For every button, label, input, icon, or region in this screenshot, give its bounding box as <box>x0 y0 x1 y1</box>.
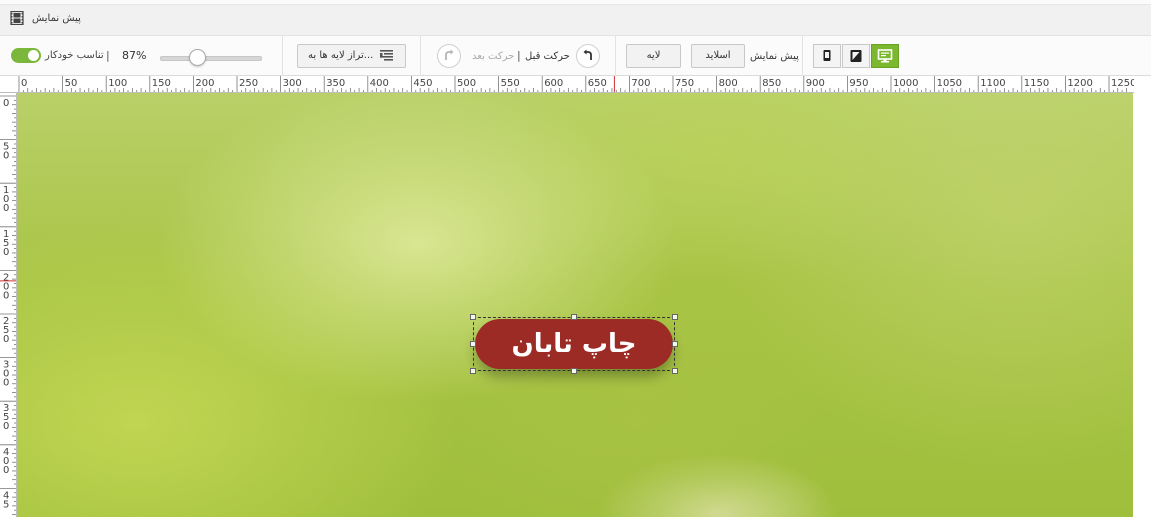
ruler-label: 500 <box>457 78 476 89</box>
ruler-label: 0 <box>3 247 9 258</box>
zoom-value: 87% <box>122 49 147 62</box>
ruler-label: 550 <box>501 78 520 89</box>
ruler-label: 150 <box>152 78 171 89</box>
toolbar-divider <box>420 36 421 76</box>
slide-button[interactable]: اسلاید <box>691 44 745 68</box>
ruler-label: 1250 <box>1111 78 1134 89</box>
align-layers-button[interactable]: تراز لایه ها به... <box>297 44 406 68</box>
layer-button[interactable]: لایه <box>626 44 681 68</box>
ruler-label: 800 <box>719 78 738 89</box>
ruler-label: 0 <box>3 465 9 476</box>
autofit-label: تناسب خودکار <box>45 50 104 61</box>
mobile-icon <box>823 50 831 61</box>
ruler-label: 1000 <box>893 78 918 89</box>
resize-handle-bottom-right[interactable] <box>672 368 678 374</box>
window-title-bar: پیش نمایش <box>0 0 1151 36</box>
selection-border <box>473 317 675 371</box>
ruler-label: 0 <box>3 98 9 109</box>
ruler-label: 0 <box>21 78 27 89</box>
toolbar-divider <box>282 36 283 76</box>
slide-canvas[interactable]: چاپ تابان <box>17 93 1133 517</box>
redo-label: حرکت بعد <box>472 51 515 62</box>
resize-handle-top-right[interactable] <box>672 314 678 320</box>
ruler-label: 1200 <box>1067 78 1092 89</box>
ruler-label: 450 <box>413 78 432 89</box>
canvas-right-gutter <box>1133 93 1151 517</box>
toolbar-divider <box>802 36 803 76</box>
ruler-label: 250 <box>239 78 258 89</box>
resize-handle-right[interactable] <box>672 341 678 347</box>
tablet-icon <box>850 50 862 62</box>
autofit-toggle[interactable] <box>11 48 41 63</box>
horizontal-ruler-scale: 0 50 100 150 200 250 300 350 400 450 500 550 600 650 7… <box>18 76 1134 92</box>
ruler-label: 0 <box>3 421 9 432</box>
device-desktop-button[interactable] <box>871 44 899 68</box>
device-mobile-button[interactable] <box>813 44 841 68</box>
ruler-label: 700 <box>631 78 650 89</box>
ruler-label: 0 <box>3 203 9 214</box>
separator-pipe: | <box>517 49 521 62</box>
selected-text-layer[interactable]: چاپ تابان <box>470 314 678 374</box>
zoom-slider-thumb[interactable] <box>189 49 206 66</box>
separator-pipe: | <box>106 49 110 62</box>
ruler-label: 400 <box>370 78 389 89</box>
ruler-label: 900 <box>806 78 825 89</box>
resize-handle-left[interactable] <box>470 341 476 347</box>
align-layers-label: تراز لایه ها به... <box>308 50 374 61</box>
preview-label: پیش نمایش <box>750 51 799 62</box>
ruler-label: 0 <box>3 290 9 301</box>
ruler-label: 0 <box>3 378 9 389</box>
ruler-label: 1050 <box>937 78 962 89</box>
zoom-slider-track[interactable] <box>160 56 262 61</box>
toggle-knob <box>28 50 39 61</box>
resize-handle-top[interactable] <box>571 314 577 320</box>
ruler-label: 0 <box>3 334 9 345</box>
ruler-label: 300 <box>283 78 302 89</box>
vertical-ruler-scale: 05010015020025030035040045 <box>0 95 16 515</box>
redo-icon <box>445 49 454 60</box>
desktop-icon <box>877 49 893 63</box>
ruler-label: 850 <box>762 78 781 89</box>
title-bar-top-strip <box>0 0 1151 5</box>
ruler-label: 200 <box>195 78 214 89</box>
resize-handle-top-left[interactable] <box>470 314 476 320</box>
ruler-label: 600 <box>544 78 563 89</box>
vertical-ruler: 05010015020025030035040045 <box>0 93 17 517</box>
ruler-label: 100 <box>108 78 127 89</box>
ruler-label: 5 <box>3 499 9 510</box>
horizontal-ruler: 0 50 100 150 200 250 300 350 400 450 500 550 600 650 7… <box>0 76 1134 93</box>
align-list-icon <box>380 50 393 61</box>
window-title: پیش نمایش <box>32 13 81 24</box>
ruler-label: 750 <box>675 78 694 89</box>
film-icon <box>10 11 24 25</box>
toolbar-divider <box>615 36 616 76</box>
device-tablet-button[interactable] <box>842 44 870 68</box>
ruler-label: 1150 <box>1024 78 1049 89</box>
ruler-label: 950 <box>849 78 868 89</box>
undo-label: حرکت قبل <box>525 51 570 62</box>
undo-icon <box>583 49 592 60</box>
ruler-label: 650 <box>588 78 607 89</box>
undo-button[interactable] <box>576 44 600 68</box>
resize-handle-bottom-left[interactable] <box>470 368 476 374</box>
ruler-label: 1100 <box>980 78 1005 89</box>
redo-button[interactable] <box>437 44 461 68</box>
ruler-label: 0 <box>3 151 9 162</box>
ruler-label: 350 <box>326 78 345 89</box>
resize-handle-bottom[interactable] <box>571 368 577 374</box>
ruler-label: 50 <box>65 78 78 89</box>
